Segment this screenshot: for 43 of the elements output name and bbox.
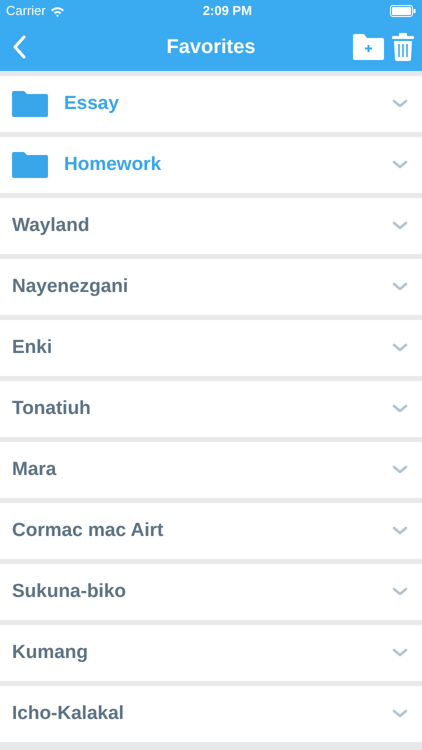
folder-row[interactable]: Essay (0, 76, 422, 132)
list-row[interactable]: Tonatiuh (0, 381, 422, 437)
list-row[interactable]: Kumang (0, 625, 422, 681)
chevron-down-icon[interactable] (392, 709, 408, 719)
row-label: Kumang (12, 640, 88, 665)
chevron-down-icon[interactable] (392, 99, 408, 109)
chevron-down-icon[interactable] (392, 526, 408, 536)
row-label: Sukuna-biko (12, 580, 126, 604)
carrier-text: Carrier (6, 2, 46, 20)
list-row[interactable]: Sukuna-biko (0, 564, 422, 620)
list-row[interactable]: Icho-Kalakal (0, 686, 422, 742)
list-row[interactable]: Wayland (0, 198, 422, 254)
list-row[interactable]: Mara (0, 442, 422, 498)
list-row[interactable]: Cormac mac Airt (0, 503, 422, 559)
chevron-down-icon[interactable] (392, 404, 408, 414)
row-label: Homework (64, 152, 162, 177)
trash-icon[interactable] (392, 32, 414, 60)
folder-icon (12, 91, 48, 117)
chevron-down-icon[interactable] (392, 160, 408, 170)
wifi-icon (50, 6, 65, 16)
chevron-down-icon[interactable] (392, 221, 408, 231)
chevron-down-icon[interactable] (392, 648, 408, 658)
chevron-down-icon[interactable] (392, 587, 408, 597)
row-label: Enki (12, 336, 52, 360)
battery-icon (390, 5, 416, 17)
add-folder-icon[interactable] (353, 34, 384, 60)
screen-title: Favorites (166, 34, 256, 60)
row-label: Essay (64, 92, 119, 116)
chevron-down-icon[interactable] (392, 465, 408, 475)
folder-row[interactable]: Homework (0, 137, 422, 193)
clock-text: 2:09 PM (202, 2, 252, 20)
row-label: Mara (12, 458, 56, 482)
row-label: Nayenezgani (12, 274, 128, 299)
list-row[interactable]: Nayenezgani (0, 259, 422, 315)
row-label: Icho-Kalakal (12, 702, 124, 726)
folder-icon (12, 152, 48, 178)
list-row[interactable]: Enki (0, 320, 422, 376)
chevron-down-icon[interactable] (392, 343, 408, 353)
row-label: Cormac mac Airt (12, 518, 164, 543)
chevron-down-icon[interactable] (392, 282, 408, 292)
back-icon[interactable] (12, 34, 26, 58)
row-label: Tonatiuh (12, 396, 91, 421)
row-label: Wayland (12, 214, 90, 238)
